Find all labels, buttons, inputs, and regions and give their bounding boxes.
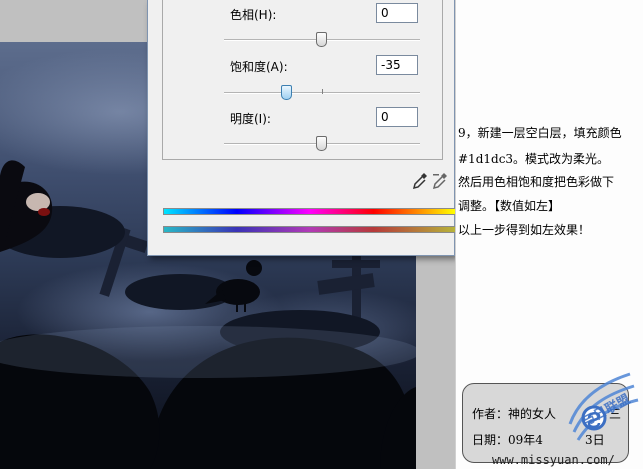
hue-label: 色相(H):: [230, 8, 277, 22]
lightness-label: 明度(I):: [230, 112, 271, 126]
output-spectrum-bar: [163, 226, 456, 233]
tutorial-line: 以上一步得到如左效果！: [458, 223, 591, 237]
saturation-center-tick: [322, 89, 323, 94]
saturation-slider-thumb[interactable]: [281, 85, 292, 100]
hue-saturation-dialog: 色相(H): 饱和度(A): 明度(I):: [147, 0, 456, 256]
hue-input[interactable]: [376, 3, 418, 23]
saturation-input[interactable]: [376, 55, 418, 75]
eyedropper-icon[interactable]: [412, 172, 428, 190]
lightness-slider-thumb[interactable]: [316, 136, 327, 151]
lightness-input[interactable]: [376, 107, 418, 127]
hue-slider-thumb[interactable]: [316, 32, 327, 47]
input-spectrum-bar: [163, 208, 456, 215]
author-text: 作者：神的女人: [472, 407, 557, 421]
edit-group-frame: [162, 0, 443, 160]
tutorial-line: 9，新建一层空白层，填充颜色: [458, 126, 622, 140]
tutorial-line: 调整。【数值如左】: [458, 199, 561, 213]
saturation-label: 饱和度(A):: [230, 60, 288, 74]
eyedropper-minus-icon[interactable]: [432, 172, 448, 190]
tutorial-line: #1d1dc3。模式改为柔光。: [458, 152, 610, 166]
date-text: 日期：09年4: [472, 433, 543, 447]
tutorial-line: 然后用色相饱和度把色彩做下: [458, 175, 615, 189]
